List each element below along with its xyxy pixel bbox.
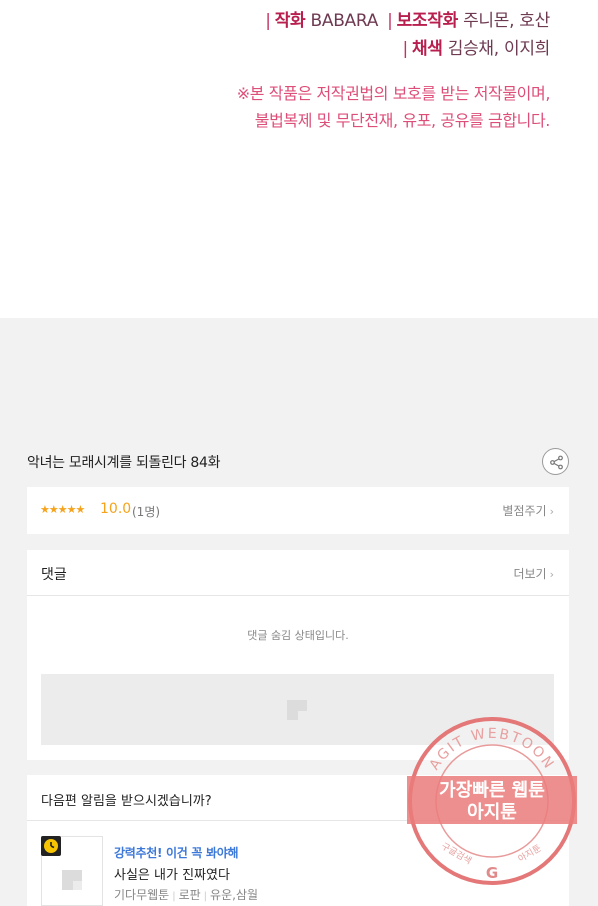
copyright-notice-line2: 불법복제 및 무단전재, 유포, 공유를 금합니다.: [254, 111, 551, 130]
separator: |: [387, 11, 393, 31]
google-logo-icon: G: [486, 864, 498, 882]
image-placeholder-icon: [287, 700, 307, 720]
separator: |: [265, 11, 271, 31]
chevron-right-icon: ›: [549, 568, 554, 581]
rate-button[interactable]: 별점주기 ›: [502, 502, 554, 519]
credit-line-art: | 작화 BABARA | 보조작화 주니몬, 호산: [261, 6, 550, 31]
episode-title: 악녀는 모래시계를 되돌린다 84화: [27, 455, 221, 471]
copyright-notice-line1: ※본 작품은 저작권법의 보호를 받는 저작물이며,: [236, 84, 551, 103]
chevron-right-icon: ›: [549, 505, 554, 518]
clock-badge: [41, 836, 61, 856]
comments-more-button[interactable]: 더보기 ›: [513, 565, 554, 582]
assist-art-value: 주니몬, 호산: [463, 11, 550, 31]
rating-stars: ★★★★★: [40, 503, 85, 516]
image-placeholder-icon: [62, 870, 82, 890]
recommend-genre: 로판: [178, 888, 201, 902]
separator: |: [172, 891, 176, 902]
rating-score: 10.0: [100, 501, 132, 517]
agit-webtoon-watermark: AGIT WEBTOON 가장빠른 웹툰 아지툰 구글검색 아지툰 G: [407, 717, 577, 885]
comments-hidden-message: 댓글 숨김 상태입니다.: [247, 629, 349, 642]
comments-header: 댓글 더보기 ›: [27, 550, 569, 596]
watermark-line1: 가장빠른 웹툰: [439, 780, 545, 801]
share-button[interactable]: [542, 448, 569, 475]
notify-question: 다음편 알림을 받으시겠습니까?: [41, 794, 212, 809]
recommend-type: 기다무웹툰: [114, 888, 170, 902]
recommend-title[interactable]: 사실은 내가 진짜였다: [114, 864, 230, 883]
watermark-line2: 아지툰: [467, 802, 517, 823]
rating-card: ★★★★★ 10.0 (1명) 별점주기 ›: [27, 487, 569, 534]
recommend-meta: 기다무웹툰 | 로판 | 유운,삼월: [114, 886, 258, 903]
clock-icon: [44, 839, 58, 853]
color-value: 김승채, 이지희: [447, 39, 551, 59]
share-icon: [550, 455, 563, 470]
rating-count: (1명): [132, 505, 161, 519]
color-label: 채색: [411, 39, 443, 59]
recommend-authors: 유운,삼월: [210, 888, 259, 902]
recommend-tag[interactable]: 강력추천! 이건 꼭 봐야해: [114, 844, 239, 861]
art-value: BABARA: [310, 11, 379, 31]
art-label: 작화: [274, 11, 306, 31]
comments-more-label: 더보기: [513, 567, 547, 581]
separator: |: [402, 39, 409, 59]
comments-title: 댓글: [41, 567, 67, 583]
credits-section: | 작화 BABARA | 보조작화 주니몬, 호산 | 채색 김승채, 이지희 ※본…: [0, 0, 598, 318]
assist-art-label: 보조작화: [396, 11, 459, 31]
rate-button-label: 별점주기: [502, 504, 547, 518]
credit-line-color: | 채색 김승채, 이지희: [399, 34, 551, 59]
separator: |: [203, 891, 208, 902]
